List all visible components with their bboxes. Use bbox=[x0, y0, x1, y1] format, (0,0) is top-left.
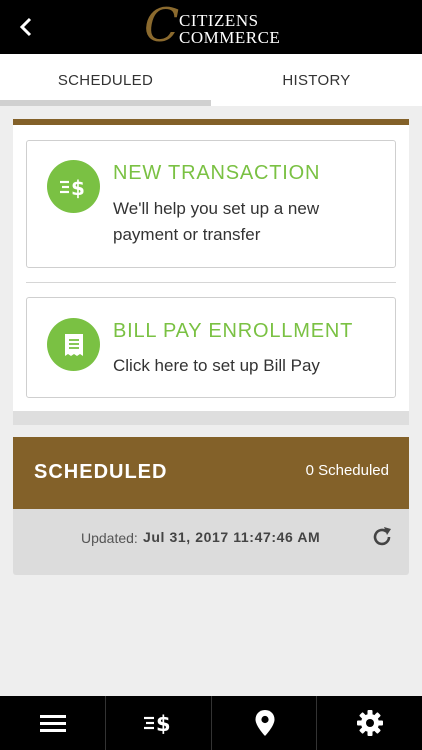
active-tab-indicator bbox=[0, 100, 211, 106]
tab-bar: SCHEDULED HISTORY bbox=[0, 54, 422, 106]
app-header: C CITIZENS COMMERCE bbox=[0, 0, 422, 54]
svg-text:$: $ bbox=[156, 712, 171, 736]
bill-pay-enrollment-card[interactable]: BILL PAY ENROLLMENT Click here to set up… bbox=[26, 297, 396, 398]
bill-pay-description: Click here to set up Bill Pay bbox=[113, 356, 320, 375]
logo-initial: C bbox=[144, 0, 180, 52]
nav-locations-button[interactable] bbox=[212, 696, 317, 750]
svg-text:$: $ bbox=[71, 176, 85, 199]
bill-pay-title: BILL PAY ENROLLMENT bbox=[113, 320, 354, 342]
panel-accent-bar bbox=[13, 119, 409, 125]
transfer-dollar-icon: $ bbox=[47, 160, 100, 213]
menu-icon bbox=[39, 715, 66, 732]
scheduled-count: 0 Scheduled bbox=[305, 462, 389, 479]
transfer-dollar-icon: $ bbox=[143, 712, 171, 736]
new-transaction-description: We'll help you set up a new payment or t… bbox=[113, 199, 320, 244]
chevron-left-icon bbox=[19, 17, 32, 37]
actions-panel: $ NEW TRANSACTION We'll help you set up … bbox=[13, 119, 409, 425]
refresh-button[interactable] bbox=[368, 523, 396, 551]
updated-status-bar: Updated: Jul 31, 2017 11:47:46 AM bbox=[13, 509, 409, 575]
back-button[interactable] bbox=[12, 13, 40, 41]
nav-transfers-button[interactable]: $ bbox=[106, 696, 211, 750]
gear-icon bbox=[356, 710, 383, 736]
location-pin-icon bbox=[255, 710, 274, 736]
updated-timestamp: Jul 31, 2017 11:47:46 AM bbox=[143, 529, 321, 545]
card-divider bbox=[26, 282, 396, 283]
panel-bottom-edge bbox=[13, 411, 409, 425]
new-transaction-card[interactable]: $ NEW TRANSACTION We'll help you set up … bbox=[26, 140, 396, 268]
nav-menu-button[interactable] bbox=[0, 696, 105, 750]
bottom-navigation: $ bbox=[0, 696, 422, 750]
citizens-commerce-logo: C CITIZENS COMMERCE bbox=[144, 2, 284, 48]
bill-receipt-icon bbox=[47, 318, 100, 371]
logo-line2: COMMERCE bbox=[179, 28, 281, 47]
tab-scheduled[interactable]: SCHEDULED bbox=[0, 54, 211, 106]
scheduled-title: SCHEDULED bbox=[34, 461, 168, 483]
refresh-icon bbox=[373, 527, 391, 546]
nav-settings-button[interactable] bbox=[317, 696, 422, 750]
scheduled-section-header: SCHEDULED 0 Scheduled bbox=[13, 437, 409, 509]
new-transaction-title: NEW TRANSACTION bbox=[113, 162, 321, 184]
updated-label: Updated: bbox=[81, 530, 138, 546]
logo-line1: CITIZENS bbox=[179, 11, 259, 30]
tab-history[interactable]: HISTORY bbox=[211, 54, 422, 106]
